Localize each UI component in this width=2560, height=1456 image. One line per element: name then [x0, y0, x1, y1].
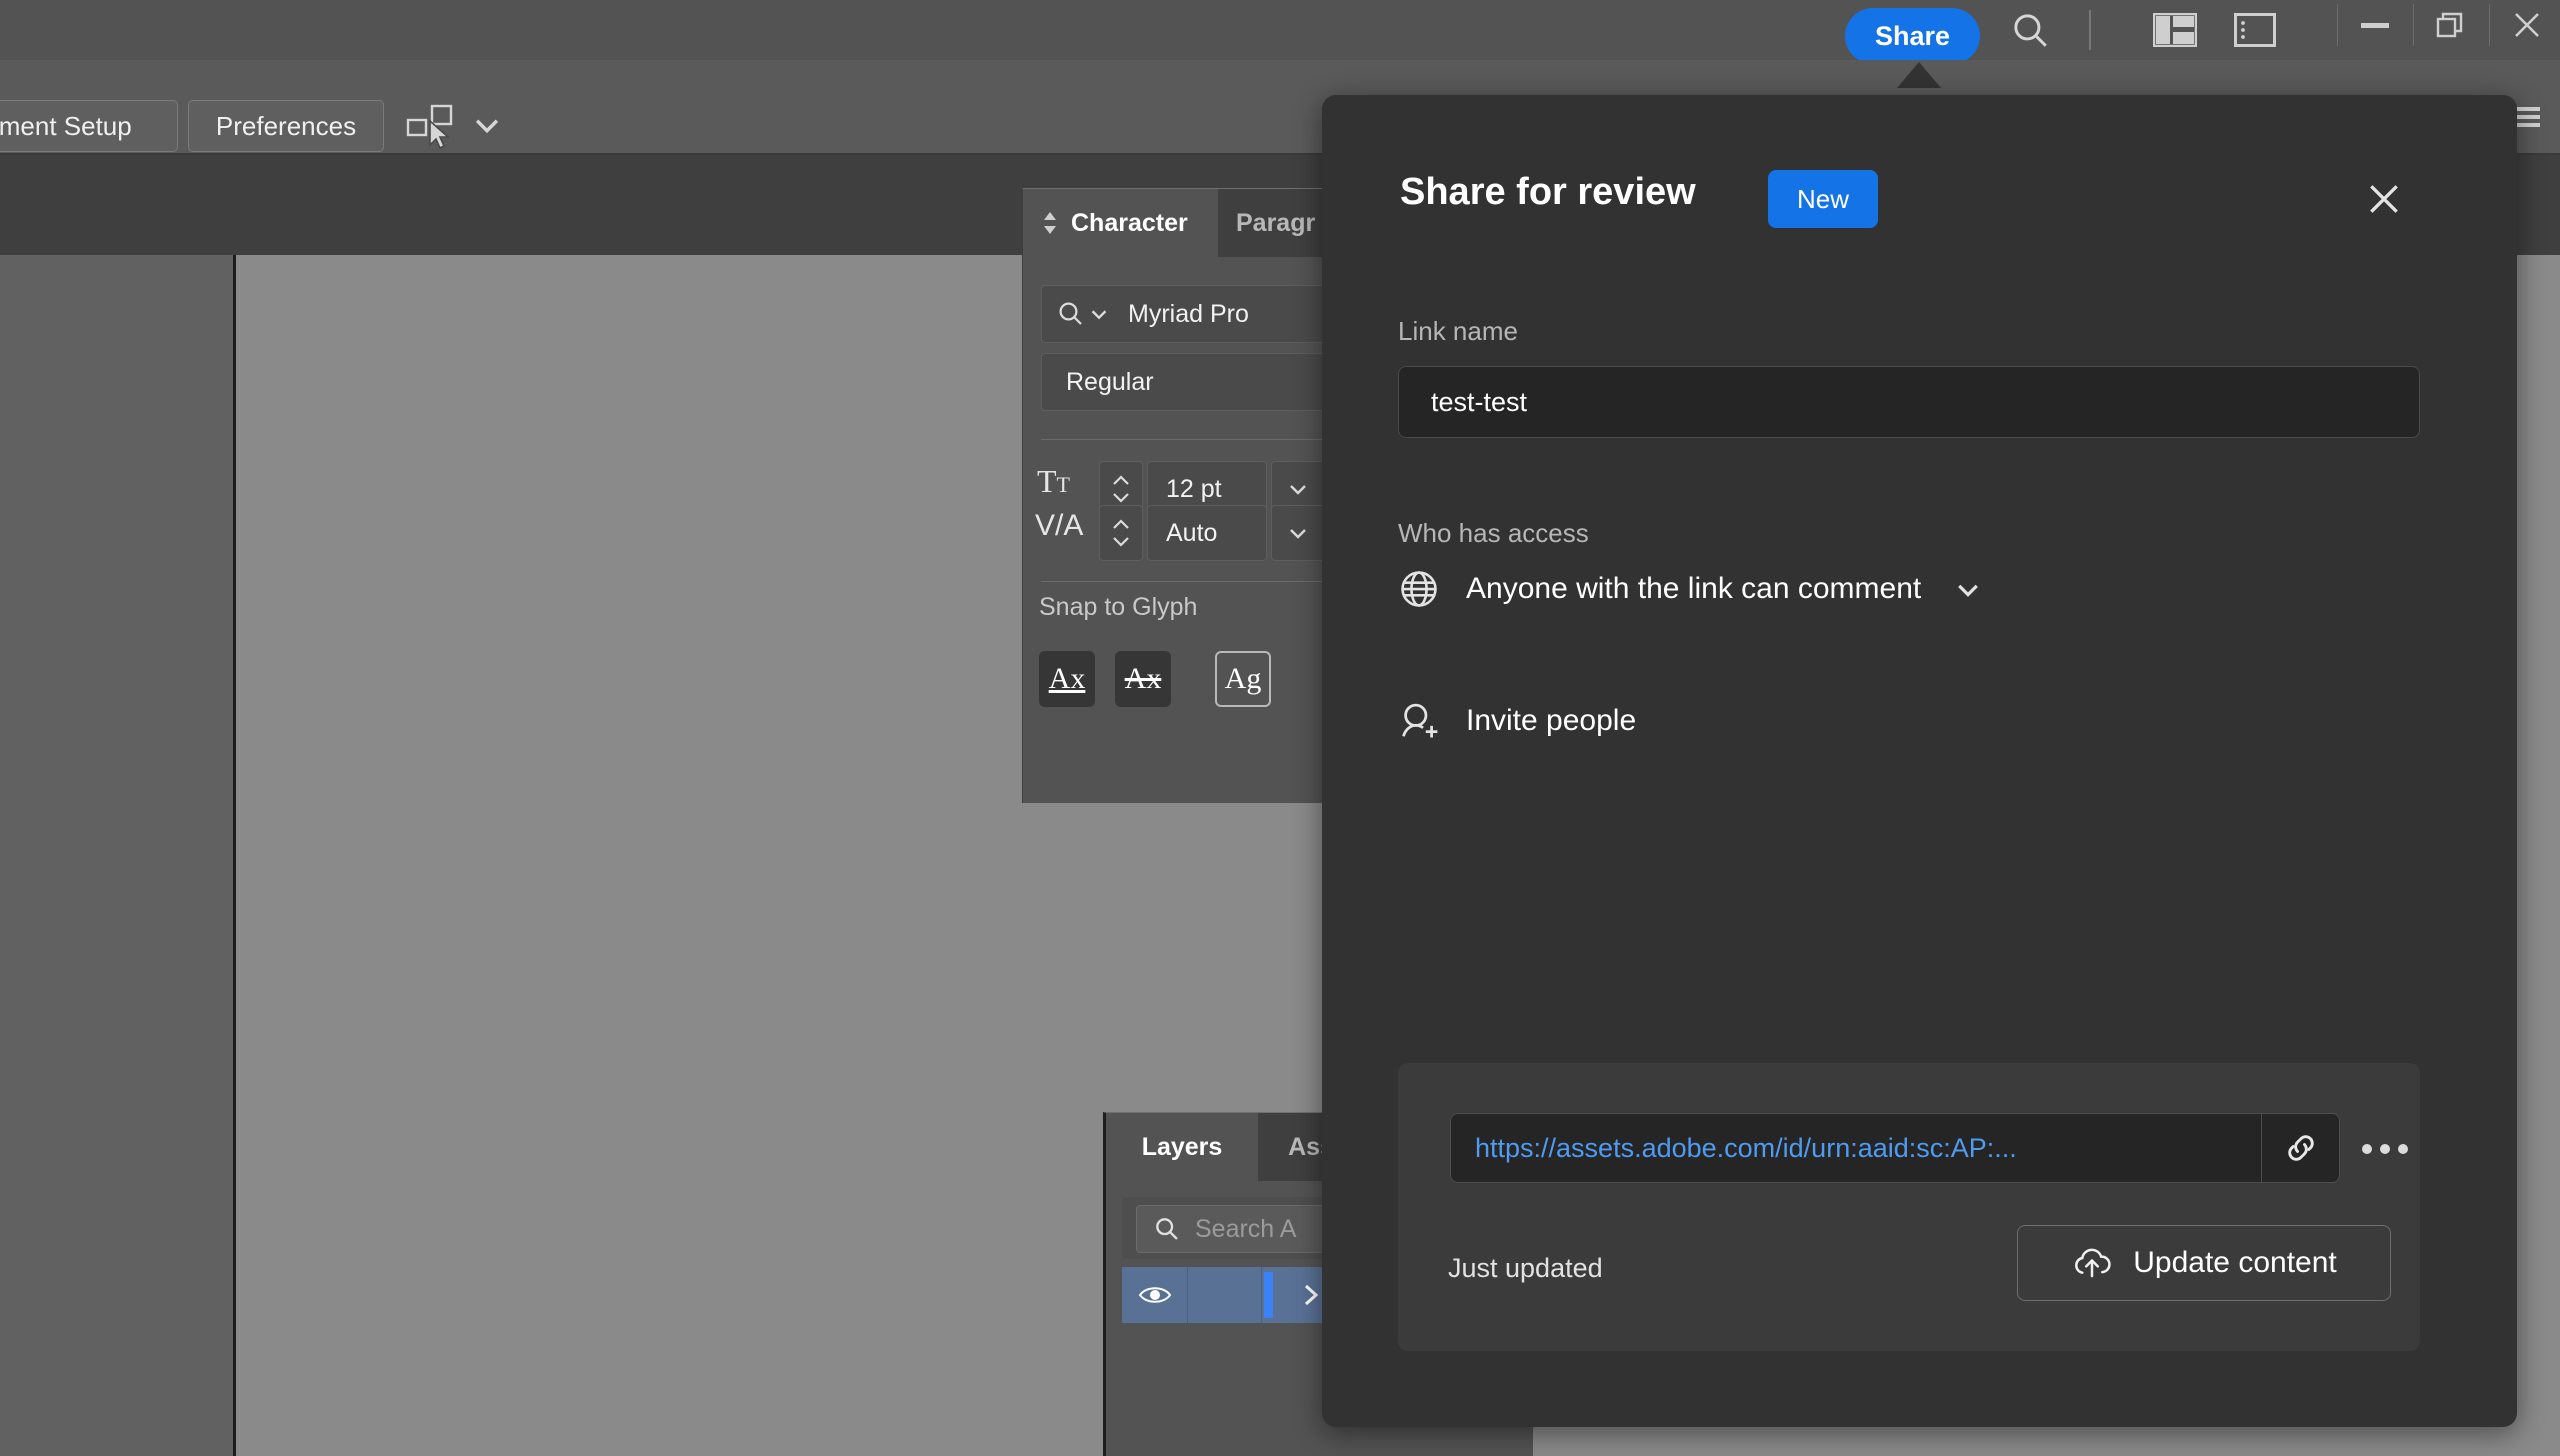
close-button[interactable] — [2490, 0, 2560, 50]
leading-stepper[interactable] — [1099, 505, 1143, 561]
character-panel-tabstrip: Character Paragr — [1023, 189, 1333, 257]
link-name-input[interactable]: test-test — [1398, 366, 2420, 438]
restore-button[interactable] — [2414, 0, 2488, 50]
cloud-upload-icon — [2071, 1245, 2113, 1281]
new-badge[interactable]: New — [1768, 170, 1878, 228]
leading-field[interactable]: Auto — [1147, 505, 1267, 561]
dialog-pointer-arrow — [1897, 62, 1941, 88]
chevron-down-icon[interactable] — [470, 108, 504, 142]
update-content-button[interactable]: Update content — [2017, 1225, 2391, 1301]
chevron-down-icon[interactable] — [1088, 303, 1110, 325]
layer-color-swatch — [1262, 1267, 1274, 1323]
share-button[interactable]: Share — [1845, 8, 1980, 64]
title-bar: Share — [0, 0, 2560, 64]
share-link-url: https://assets.adobe.com/id/urn:aaid:sc:… — [1475, 1132, 2017, 1163]
who-has-access-label: Who has access — [1398, 518, 1589, 548]
invite-people-label: Invite people — [1466, 704, 1637, 737]
share-link-field[interactable]: https://assets.adobe.com/id/urn:aaid:sc:… — [1450, 1113, 2340, 1183]
add-person-icon — [1398, 700, 1440, 742]
minimize-button[interactable] — [2338, 0, 2412, 50]
invite-people-row[interactable]: Invite people — [1398, 692, 1636, 750]
font-search-icon[interactable] — [1056, 299, 1086, 329]
snap-baseline-icon[interactable]: Ax — [1039, 651, 1095, 707]
dialog-title: Share for review — [1400, 171, 1696, 213]
font-size-value: 12 pt — [1166, 474, 1222, 503]
access-level-value: Anyone with the link can comment — [1466, 572, 1922, 605]
font-style-field[interactable]: Regular — [1041, 353, 1341, 411]
tab-paragraph-label: Paragr — [1236, 208, 1316, 237]
preferences-button[interactable]: Preferences — [188, 100, 384, 152]
access-level-selector[interactable]: Anyone with the link can comment — [1398, 560, 1983, 618]
font-family-field[interactable]: Myriad Pro — [1041, 285, 1341, 343]
share-link-card — [1398, 1063, 2420, 1351]
character-panel: Character Paragr Myriad Pro Regular TT 1… — [1022, 188, 1341, 803]
tab-layers[interactable]: Layers — [1106, 1113, 1258, 1181]
more-horizontal-icon[interactable] — [2355, 1133, 2415, 1165]
tab-layers-label: Layers — [1141, 1132, 1223, 1161]
link-status-text: Just updated — [1448, 1253, 1603, 1283]
expand-collapse-icon[interactable] — [1041, 210, 1059, 236]
tab-character-label: Character — [1071, 208, 1188, 237]
leading-icon: V/A — [1035, 509, 1084, 542]
font-style-value: Regular — [1066, 367, 1154, 396]
link-name-label: Link name — [1398, 316, 1518, 346]
layer-lock-cell[interactable] — [1188, 1267, 1262, 1323]
select-similar-icon[interactable] — [405, 102, 463, 152]
search-icon — [1153, 1215, 1181, 1243]
tab-paragraph[interactable]: Paragr — [1218, 189, 1333, 257]
leading-value: Auto — [1166, 518, 1218, 547]
panel-divider-1 — [1041, 439, 1341, 440]
panel-divider-2 — [1041, 581, 1341, 582]
document-setup-button[interactable]: ument Setup — [0, 100, 178, 152]
chevron-down-icon[interactable] — [1953, 574, 1983, 604]
search-placeholder: Search A — [1195, 1214, 1297, 1243]
update-content-label: Update content — [2133, 1246, 2337, 1279]
workspace-layout-icon[interactable] — [2145, 6, 2205, 54]
application-window: Share ment Setup Preferences Character P… — [0, 0, 2560, 1456]
search-icon[interactable] — [2000, 6, 2060, 54]
properties-panel-icon[interactable] — [2225, 6, 2285, 54]
font-size-icon: TT — [1037, 463, 1070, 499]
eye-icon[interactable] — [1122, 1267, 1188, 1323]
tab-character[interactable]: Character — [1023, 189, 1218, 257]
leading-dropdown-chevron-down-icon[interactable] — [1271, 505, 1325, 561]
snap-x-height-icon[interactable]: Ax — [1115, 651, 1171, 707]
font-family-value: Myriad Pro — [1128, 299, 1249, 328]
snap-bounding-box-icon[interactable]: Ag — [1215, 651, 1271, 707]
snap-to-glyph-label: Snap to Glyph — [1039, 593, 1198, 621]
toolbar-divider — [2089, 10, 2091, 50]
hamburger-menu-icon[interactable] — [2514, 103, 2542, 131]
globe-icon — [1398, 568, 1440, 610]
link-chain-icon[interactable] — [2261, 1114, 2339, 1182]
close-icon[interactable] — [2355, 170, 2413, 228]
